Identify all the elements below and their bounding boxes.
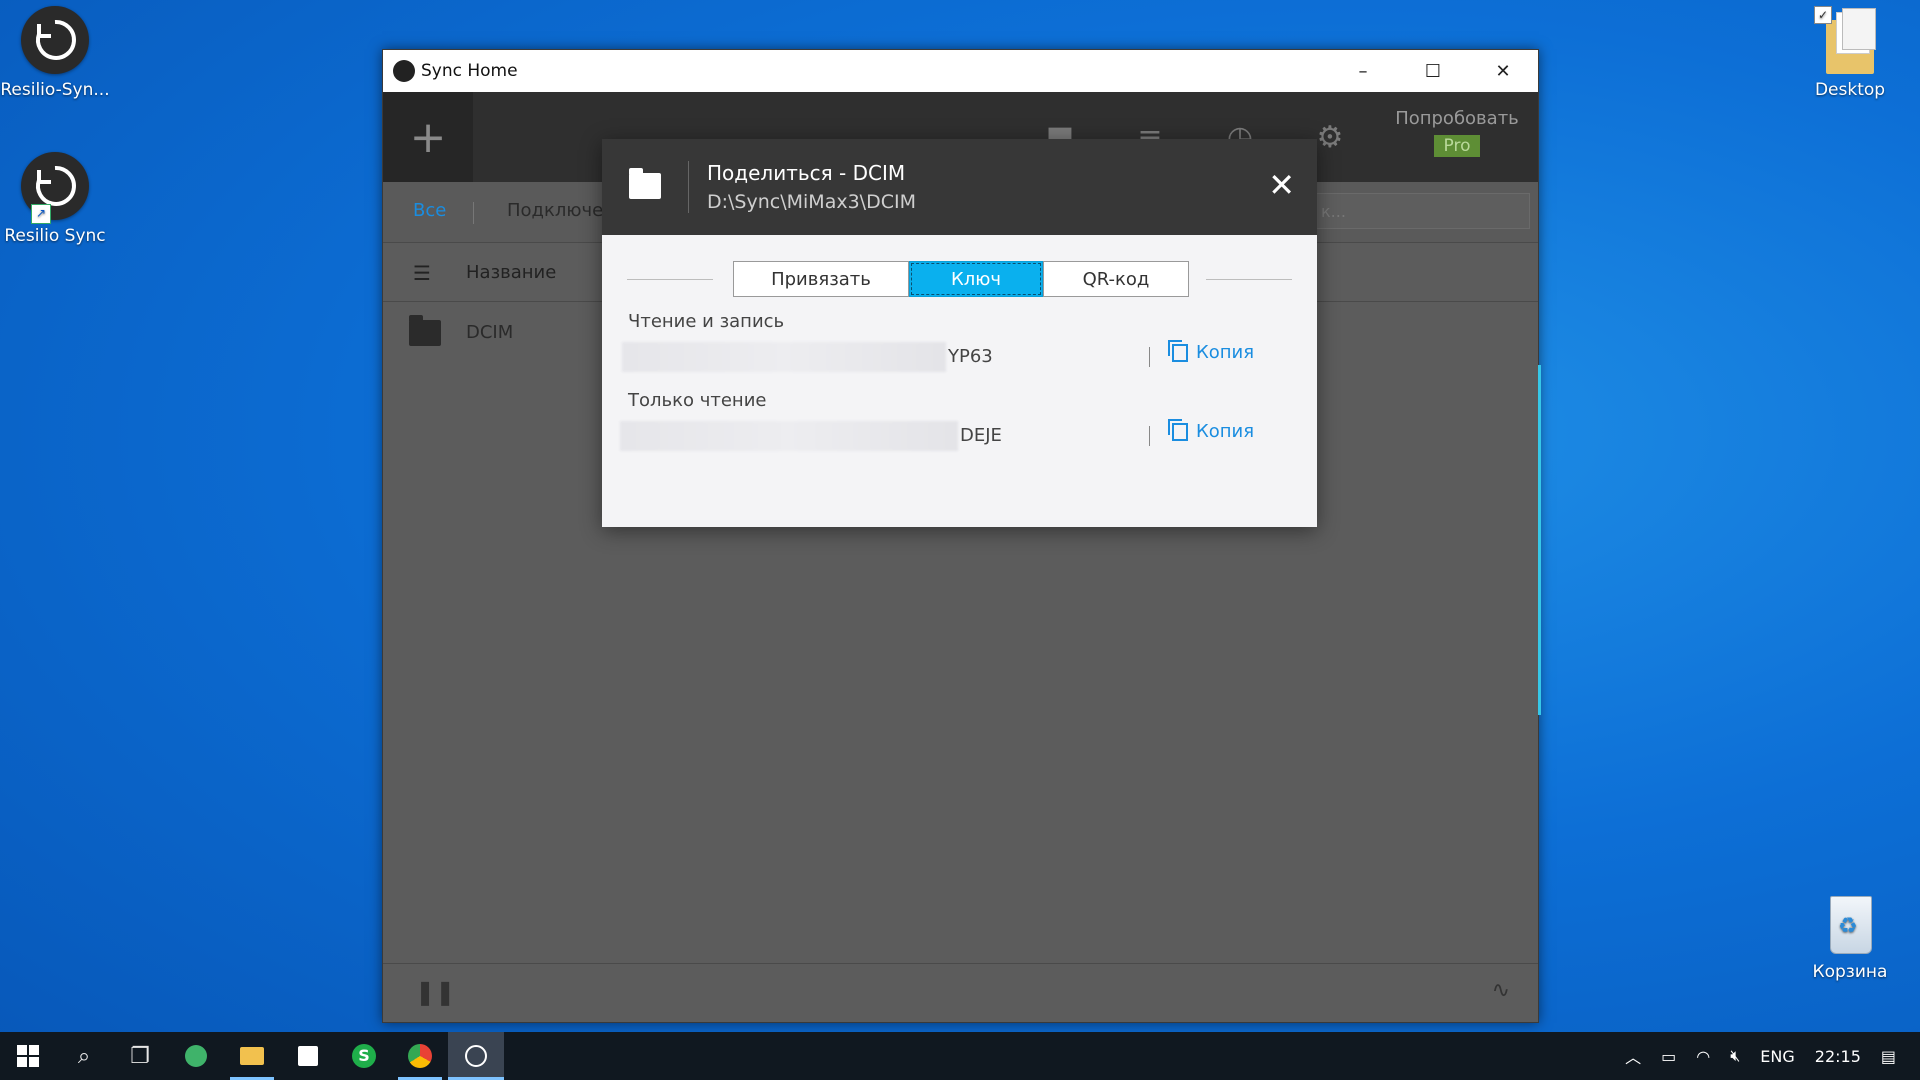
read-only-label: Только чтение bbox=[628, 390, 767, 411]
task-view-icon[interactable]: ❐ bbox=[112, 1032, 168, 1080]
chevron-up-icon[interactable]: ︿ bbox=[1625, 1044, 1641, 1068]
activity-icon[interactable]: ∿ bbox=[1492, 978, 1510, 1003]
desktop-icon-resilio-sync-2[interactable]: ↗ Resilio Sync bbox=[0, 152, 115, 246]
checkbox-icon[interactable]: ✓ bbox=[1814, 6, 1832, 24]
maximize-button[interactable]: ☐ bbox=[1398, 50, 1468, 92]
system-tray: ︿ ▭ ◠ 🔇︎ ENG 22:15 ▤ bbox=[1615, 1032, 1920, 1080]
filter-connected-tab[interactable]: Подключе bbox=[507, 200, 603, 221]
header-separator bbox=[688, 161, 689, 213]
window-title: Sync Home bbox=[421, 61, 518, 81]
share-tabs: Привязать Ключ QR-код bbox=[733, 261, 1189, 297]
filter-all-tab[interactable]: Все bbox=[413, 200, 446, 221]
desktop-icon-desktop[interactable]: ✓ Desktop bbox=[1790, 6, 1910, 100]
folder-icon bbox=[629, 168, 661, 199]
minimize-button[interactable]: – bbox=[1328, 50, 1398, 92]
app-logo-icon bbox=[393, 60, 415, 82]
desktop-icon-label: Desktop bbox=[1814, 80, 1886, 100]
resilio-sync-icon: ↗ bbox=[21, 152, 89, 224]
copy-label: Копия bbox=[1196, 342, 1255, 363]
recycle-bin-icon: ♻ bbox=[1822, 888, 1878, 956]
tab-divider-right bbox=[1206, 279, 1292, 280]
filter-separator bbox=[473, 202, 474, 224]
copy-read-only-button[interactable]: Копия bbox=[1168, 418, 1255, 442]
dialog-path: D:\Sync\MiMax3\DCIM bbox=[707, 191, 916, 213]
sort-icon[interactable]: ☰ bbox=[413, 261, 431, 285]
tab-key[interactable]: Ключ bbox=[909, 261, 1043, 297]
dialog-close-icon[interactable]: ✕ bbox=[1268, 169, 1295, 201]
copy-icon bbox=[1168, 418, 1188, 441]
window-titlebar[interactable]: Sync Home – ☐ ✕ bbox=[383, 50, 1538, 92]
folder-icon bbox=[409, 315, 441, 346]
folder-documents-icon: ✓ bbox=[1814, 6, 1878, 74]
taskbar: ⌕ ❐ S ︿ ▭ ◠ 🔇︎ ENG 22:15 ▤ bbox=[0, 1032, 1920, 1080]
skype-s-icon[interactable]: S bbox=[336, 1032, 392, 1080]
window-edge-accent bbox=[1538, 365, 1541, 715]
redacted-key bbox=[622, 342, 946, 372]
notifications-icon[interactable]: ▤ bbox=[1881, 1047, 1896, 1066]
tab-divider-left bbox=[627, 279, 713, 280]
try-pro-button[interactable]: Попробовать Pro bbox=[1376, 92, 1538, 182]
resilio-sync-taskbar-icon[interactable] bbox=[448, 1032, 504, 1080]
desktop-icon-label: Resilio-Syn... bbox=[0, 80, 110, 100]
shortcut-arrow-icon: ↗ bbox=[31, 204, 51, 224]
resilio-sync-icon bbox=[21, 6, 89, 74]
file-explorer-icon[interactable] bbox=[224, 1032, 280, 1080]
language-indicator[interactable]: ENG bbox=[1760, 1047, 1794, 1066]
store-icon[interactable] bbox=[280, 1032, 336, 1080]
folder-name: DCIM bbox=[466, 322, 514, 343]
copy-label: Копия bbox=[1196, 421, 1255, 442]
share-dialog: Поделиться - DCIM D:\Sync\MiMax3\DCIM ✕ … bbox=[602, 139, 1317, 527]
desktop-icon-recycle-bin[interactable]: ♻ Корзина bbox=[1790, 888, 1910, 982]
copy-read-write-button[interactable]: Копия bbox=[1168, 339, 1255, 363]
tab-link[interactable]: Привязать bbox=[733, 261, 909, 297]
wifi-icon[interactable]: ◠ bbox=[1696, 1047, 1710, 1066]
key-tail: DEJE bbox=[960, 425, 1002, 446]
read-write-label: Чтение и запись bbox=[628, 311, 785, 332]
pro-badge: Pro bbox=[1433, 135, 1481, 157]
try-label: Попробовать bbox=[1395, 108, 1519, 129]
battery-icon[interactable]: ▭ bbox=[1661, 1047, 1676, 1066]
speaker-muted-icon[interactable]: 🔇︎ bbox=[1730, 1046, 1740, 1066]
clock[interactable]: 22:15 bbox=[1815, 1047, 1861, 1066]
copy-separator bbox=[1149, 347, 1150, 367]
dialog-title: Поделиться - DCIM bbox=[707, 161, 906, 185]
pause-icon[interactable]: ❚❚ bbox=[415, 978, 455, 1006]
add-folder-button[interactable]: + bbox=[383, 92, 473, 182]
redacted-key bbox=[620, 421, 958, 451]
desktop-icon-label: Resilio Sync bbox=[4, 226, 106, 246]
desktop-icon-resilio-sync-1[interactable]: Resilio-Syn... bbox=[0, 6, 115, 100]
search-icon[interactable]: ⌕ bbox=[56, 1032, 112, 1080]
globe-app-icon[interactable] bbox=[168, 1032, 224, 1080]
tab-qr-code[interactable]: QR-код bbox=[1043, 261, 1189, 297]
column-name-header[interactable]: Название bbox=[466, 262, 556, 283]
start-windows-icon[interactable] bbox=[0, 1032, 56, 1080]
status-bar: ❚❚ ∿ bbox=[383, 963, 1538, 1022]
desktop-icon-label: Корзина bbox=[1812, 962, 1888, 982]
copy-separator bbox=[1149, 426, 1150, 446]
close-button[interactable]: ✕ bbox=[1468, 50, 1538, 92]
chrome-icon[interactable] bbox=[392, 1032, 448, 1080]
search-input[interactable]: к... bbox=[1310, 193, 1530, 229]
key-tail: YP63 bbox=[948, 346, 993, 367]
dialog-header: Поделиться - DCIM D:\Sync\MiMax3\DCIM ✕ bbox=[602, 139, 1317, 235]
copy-icon bbox=[1168, 339, 1188, 362]
